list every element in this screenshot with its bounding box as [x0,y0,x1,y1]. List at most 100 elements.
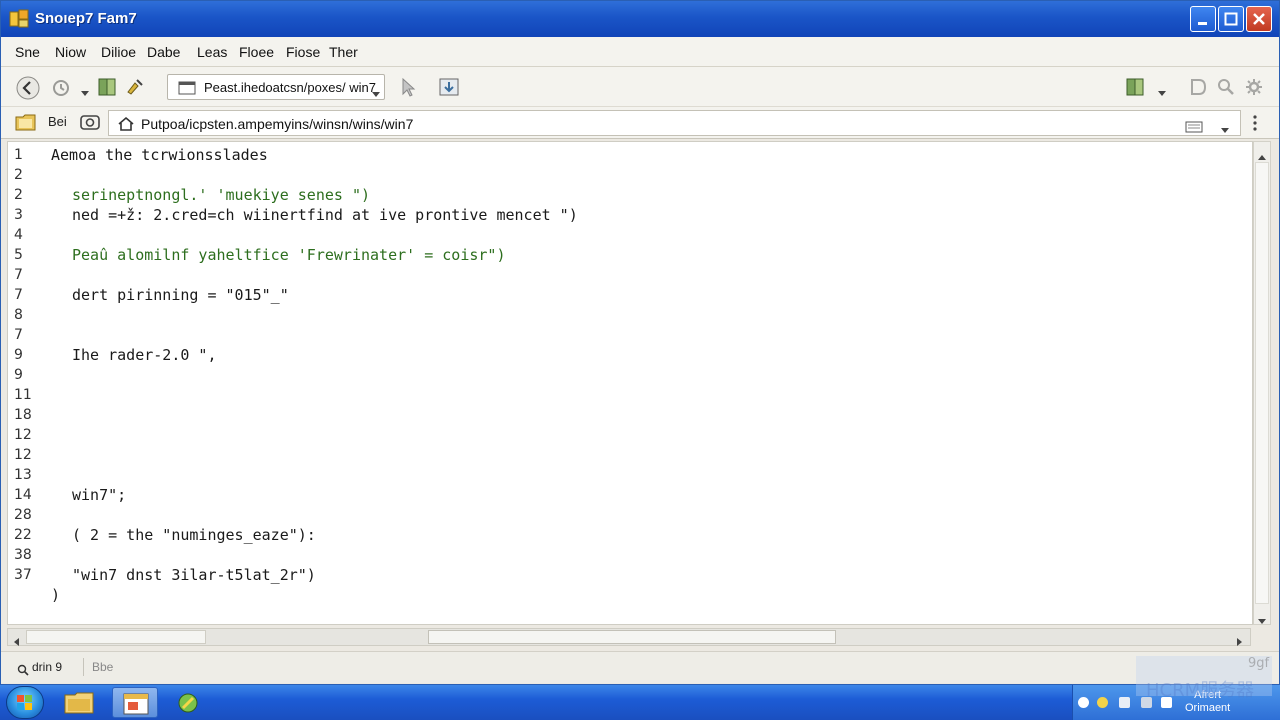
vertical-scrollbar[interactable] [1253,141,1271,625]
chevron-down-icon [81,91,89,96]
code-line[interactable]: 12 [8,426,1248,446]
home-icon [117,116,135,135]
code-line[interactable]: 3 ned =+ž: 2.cred=ch wiinertfind at ive p… [8,206,1248,226]
download-icon [439,78,459,96]
page-button[interactable] [1189,78,1207,100]
address-row: Bei Putpoa/icpsten.ampemyins/winsn/wins/… [1,107,1279,139]
keyboard-icon[interactable] [1185,118,1203,137]
kebab-menu-icon [1253,115,1257,131]
minimize-button[interactable] [1190,6,1216,32]
folder-icon [15,112,37,136]
menu-item-niow[interactable]: Niow [55,44,86,60]
horizontal-scrollbar[interactable] [7,628,1251,646]
download-button[interactable] [438,76,460,102]
code-line[interactable]: 14 win7"; [8,486,1248,506]
line-number: 14 [14,487,32,503]
code-line[interactable]: 28 [8,506,1248,526]
watermark-text: HCRM服务器 [1146,680,1255,701]
menu-item-fiose[interactable]: Fiose [286,44,320,60]
code-line[interactable]: 2 [8,166,1248,186]
horizontal-scroll-thumb[interactable] [428,630,836,644]
book-button[interactable] [96,76,118,102]
line-number: 13 [14,467,32,483]
code-line[interactable]: 4 [8,226,1248,246]
watermark-small: 9gf [1248,656,1270,671]
code-editor[interactable]: 1 Aemoa the tcrwionsslades 2 2 serineptnongl… [7,141,1253,625]
scroll-down-icon[interactable] [1257,611,1267,630]
close-icon [1253,13,1265,25]
code-line[interactable]: ) [8,586,1248,606]
menu-item-leas[interactable]: Leas [197,44,227,60]
line-number: 38 [14,547,32,563]
line-number: 18 [14,407,32,423]
menu-item-floee[interactable]: Floee [239,44,274,60]
code-line[interactable]: 11 [8,386,1248,406]
address-field[interactable]: Putpoa/icpsten.ampemyins/winsn/wins/win7 [108,110,1241,136]
tray-network-icon[interactable] [1078,697,1089,708]
pointer-button[interactable] [398,77,418,101]
path-dropdown[interactable]: Peast.ihedoatcsn/poxes/ win7 [167,74,385,100]
taskbar-active-app[interactable] [112,687,158,718]
menu-item-dabe[interactable]: Dabe [147,44,180,60]
more-options-button[interactable] [1251,114,1259,136]
vertical-scroll-thumb[interactable] [1255,162,1269,604]
line-number: 9 [14,347,23,363]
start-button[interactable] [6,686,44,719]
close-button[interactable] [1246,6,1272,32]
code-line[interactable]: 8 [8,306,1248,326]
history-dropdown[interactable] [80,83,90,102]
taskbar-explorer[interactable] [56,687,102,718]
code-text: Ihe rader-2.0 ", [72,346,217,364]
code-line[interactable]: 22 ( 2 = the "numinges_eaze"): [8,526,1248,546]
search-button[interactable] [1217,78,1235,100]
back-button[interactable] [15,75,41,105]
title-bar[interactable]: Snoıep7 Fam7 [1,1,1279,37]
line-number: 1 [14,147,23,163]
code-text: "win7 dnst 3ilar-t5lat_2r") [72,566,316,584]
chevron-down-icon [1158,91,1166,96]
app-window-icon [123,693,149,715]
line-number: 37 [14,567,32,583]
app-icon [9,9,29,29]
code-line[interactable]: 9 Ihe rader-2.0 ", [8,346,1248,366]
code-line[interactable]: 12 [8,446,1248,466]
code-line[interactable]: 37 "win7 dnst 3ilar-t5lat_2r") [8,566,1248,586]
code-line[interactable]: 7 [8,326,1248,346]
camera-icon [80,115,100,130]
code-line[interactable]: 1 Aemoa the tcrwionsslades [8,146,1248,166]
tray-message-icon[interactable] [1119,697,1130,708]
clock-line-2: Orimaent [1185,702,1231,714]
status-divider [83,658,84,676]
menu-item-sne[interactable]: Sne [15,44,40,60]
taskbar-tools[interactable] [165,687,211,718]
folder-icon [64,692,94,714]
refresh-button[interactable] [51,78,71,102]
code-text: ) [51,586,61,604]
code-text: win7"; [72,486,127,504]
menu-item-dilioe[interactable]: Dilioe [101,44,136,60]
code-line[interactable]: 7 dert pirinning = "015"_" [8,286,1248,306]
code-line[interactable]: 18 [8,406,1248,426]
code-line[interactable]: 2 serineptnongl.' 'muekiye senes ") [8,186,1248,206]
chevron-down-icon [371,84,381,103]
code-line[interactable]: 13 [8,466,1248,486]
scroll-right-icon[interactable] [1236,632,1244,651]
horizontal-scroll-segment[interactable] [26,630,206,644]
watermark: HCRM服务器 9gf [1136,656,1272,701]
address-dropdown[interactable] [1220,120,1230,139]
tray-volume-icon[interactable] [1097,697,1108,708]
code-line[interactable]: 5 Peaû alomilnf yaheltfice 'Frewrinater' … [8,246,1248,266]
code-line[interactable]: 7 [8,266,1248,286]
settings-button[interactable] [1245,78,1263,100]
scroll-left-icon[interactable] [12,632,20,651]
maximize-button[interactable] [1218,6,1244,32]
bookmarks-dropdown[interactable] [1157,83,1167,102]
code-line[interactable]: 9 [8,366,1248,386]
menu-item-ther[interactable]: Ther [329,44,358,60]
line-number: 11 [14,387,32,403]
code-line[interactable]: 38 [8,546,1248,566]
line-number: 5 [14,247,23,263]
bookmarks-button[interactable] [1124,76,1146,102]
tools-button[interactable] [125,77,145,101]
view-toggle-button[interactable] [80,113,100,135]
